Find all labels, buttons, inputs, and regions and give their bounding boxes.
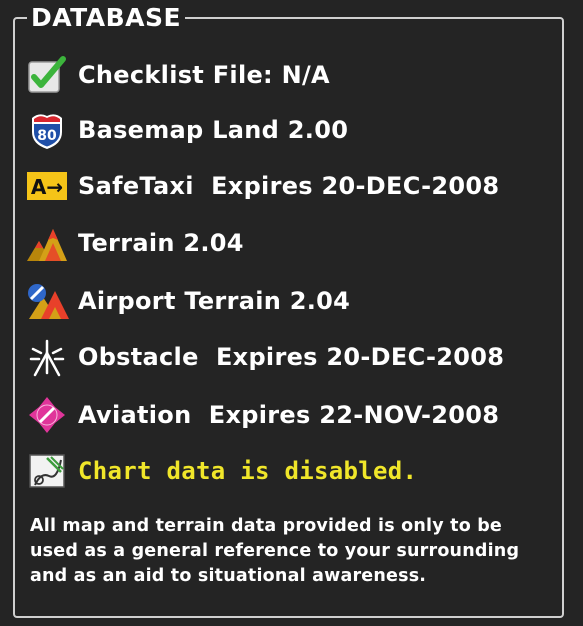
chart-data-disabled-label: Chart data is disabled. <box>78 457 418 485</box>
checklist-file-label: Checklist File: N/A <box>78 61 330 89</box>
basemap-land-label: Basemap Land 2.00 <box>78 116 349 144</box>
database-row-terrain: Terrain 2.04 <box>24 222 244 264</box>
checkmark-icon <box>24 54 70 96</box>
terrain-icon <box>24 222 70 264</box>
airport-terrain-icon <box>24 280 70 322</box>
panel-title: DATABASE <box>27 3 186 33</box>
obstacle-icon <box>24 336 70 378</box>
svg-text:80: 80 <box>37 128 57 144</box>
airport-terrain-label: Airport Terrain 2.04 <box>78 287 351 315</box>
svg-text:A→: A→ <box>31 175 63 199</box>
database-row-obstacle: Obstacle Expires 20-DEC-2008 <box>24 336 504 378</box>
database-row-airport-terrain: Airport Terrain 2.04 <box>24 280 350 322</box>
interstate-80-shield-icon: 80 <box>24 109 70 151</box>
aviation-icon <box>24 394 70 436</box>
database-row-checklist: Checklist File: N/A <box>24 54 330 96</box>
obstacle-label: Obstacle Expires 20-DEC-2008 <box>78 343 505 371</box>
safetaxi-label: SafeTaxi Expires 20-DEC-2008 <box>78 172 500 200</box>
disclaimer-text: All map and terrain data provided is onl… <box>30 516 520 586</box>
safetaxi-icon: A→ <box>24 165 70 207</box>
database-row-basemap: 80 Basemap Land 2.00 <box>24 109 348 151</box>
database-row-aviation: Aviation Expires 22-NOV-2008 <box>24 394 499 436</box>
aviation-label: Aviation Expires 22-NOV-2008 <box>78 401 500 429</box>
chart-icon <box>24 450 70 492</box>
database-panel: DATABASE Checklist File: N/A 80 Basemap … <box>0 0 583 626</box>
terrain-label: Terrain 2.04 <box>78 229 244 257</box>
database-row-chart: Chart data is disabled. <box>24 450 417 492</box>
database-row-safetaxi: A→ SafeTaxi Expires 20-DEC-2008 <box>24 165 499 207</box>
